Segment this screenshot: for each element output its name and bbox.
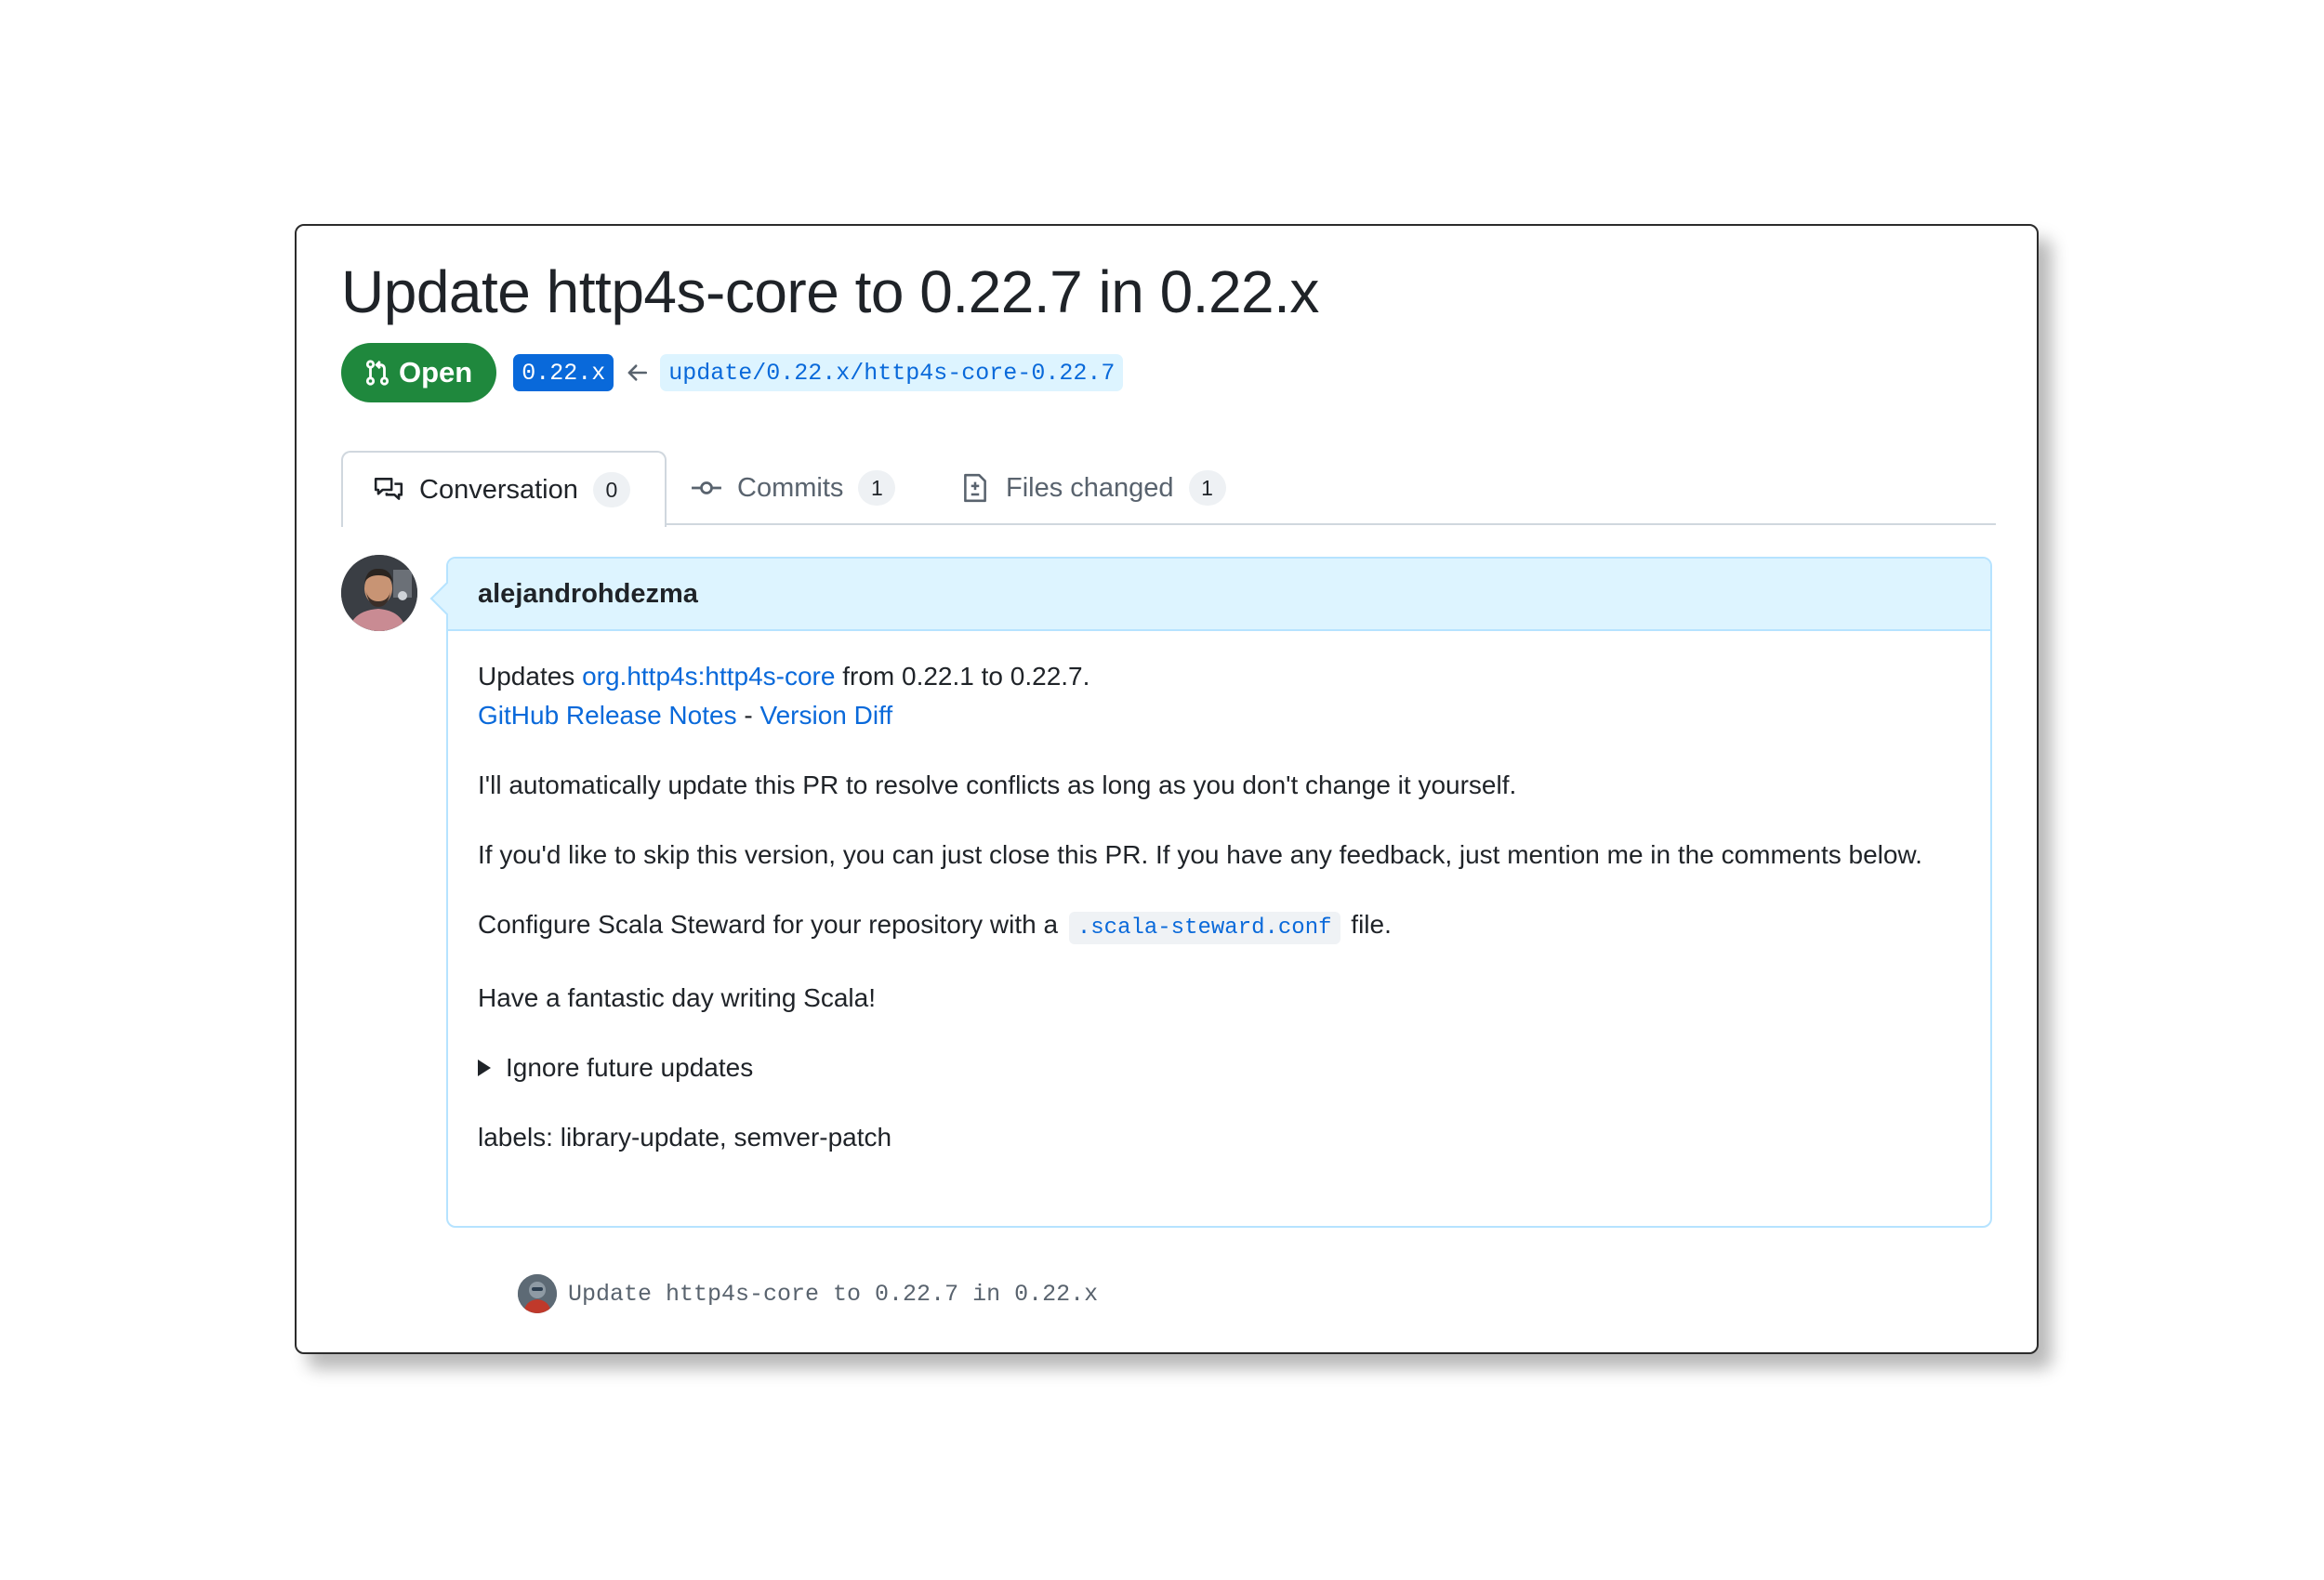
skip-paragraph: If you'd like to skip this version, you … [478, 840, 1922, 869]
updates-suffix: from 0.22.1 to 0.22.7. [835, 662, 1090, 691]
comment-author[interactable]: alejandrohdezma [478, 579, 698, 610]
labels-paragraph: labels: library-update, semver-patch [478, 1123, 892, 1152]
author-avatar[interactable] [341, 555, 417, 631]
tab-commits-label: Commits [737, 472, 844, 503]
comment-body: Updates org.http4s:http4s-core from 0.22… [448, 631, 1990, 1157]
disclosure-triangle-icon [478, 1060, 491, 1076]
configure-suffix: file. [1343, 910, 1392, 939]
tab-files-changed-label: Files changed [1006, 472, 1174, 503]
pull-request-card: Update http4s-core to 0.22.7 in 0.22.x O… [295, 224, 2039, 1354]
tab-commits-counter: 1 [858, 470, 896, 506]
link-separator: - [736, 701, 760, 730]
pr-state-label: Open [399, 356, 473, 388]
tab-conversation[interactable]: Conversation 0 [341, 451, 667, 527]
auto-update-paragraph: I'll automatically update this PR to res… [478, 770, 1517, 799]
pr-meta: Open 0.22.x update/0.22.x/http4s-core-0.… [341, 343, 1124, 402]
file-diff-icon [964, 473, 986, 503]
tab-files-changed[interactable]: Files changed 1 [959, 451, 1226, 525]
comment-header: alejandrohdezma [448, 559, 1990, 631]
git-commit-icon [692, 481, 721, 494]
comment-discussion-icon [374, 478, 403, 500]
updates-prefix: Updates [478, 662, 583, 691]
pr-state-badge: Open [341, 343, 497, 402]
tab-conversation-label: Conversation [419, 474, 578, 505]
pr-description-comment: alejandrohdezma Updates org.http4s:http4… [446, 557, 1992, 1228]
commit-timeline-item: Update http4s-core to 0.22.7 in 0.22.x [518, 1274, 1098, 1313]
ignore-updates-details[interactable]: Ignore future updates [478, 1048, 1961, 1087]
closing-paragraph: Have a fantastic day writing Scala! [478, 983, 876, 1012]
configure-paragraph: Configure Scala Steward for your reposit… [478, 905, 1961, 948]
head-branch-ref[interactable]: update/0.22.x/http4s-core-0.22.7 [660, 354, 1124, 391]
tab-files-changed-counter: 1 [1188, 470, 1226, 506]
git-pull-request-icon [365, 360, 390, 386]
configure-prefix: Configure Scala Steward for your reposit… [478, 910, 1065, 939]
tab-conversation-counter: 0 [592, 472, 630, 507]
config-file-code: .scala-steward.conf [1068, 912, 1340, 944]
commit-message[interactable]: Update http4s-core to 0.22.7 in 0.22.x [568, 1281, 1098, 1308]
updates-paragraph: Updates org.http4s:http4s-core from 0.22… [478, 657, 1961, 735]
base-branch-ref[interactable]: 0.22.x [513, 354, 614, 391]
tab-commits[interactable]: Commits 1 [691, 451, 896, 525]
arrow-left-icon [625, 361, 649, 385]
release-notes-link[interactable]: GitHub Release Notes [478, 701, 737, 730]
artifact-link[interactable]: org.http4s:http4s-core [582, 662, 835, 691]
pr-title: Update http4s-core to 0.22.7 in 0.22.x [341, 258, 1319, 325]
version-diff-link[interactable]: Version Diff [759, 701, 892, 730]
commit-author-avatar[interactable] [518, 1274, 557, 1313]
details-summary: Ignore future updates [506, 1053, 754, 1082]
